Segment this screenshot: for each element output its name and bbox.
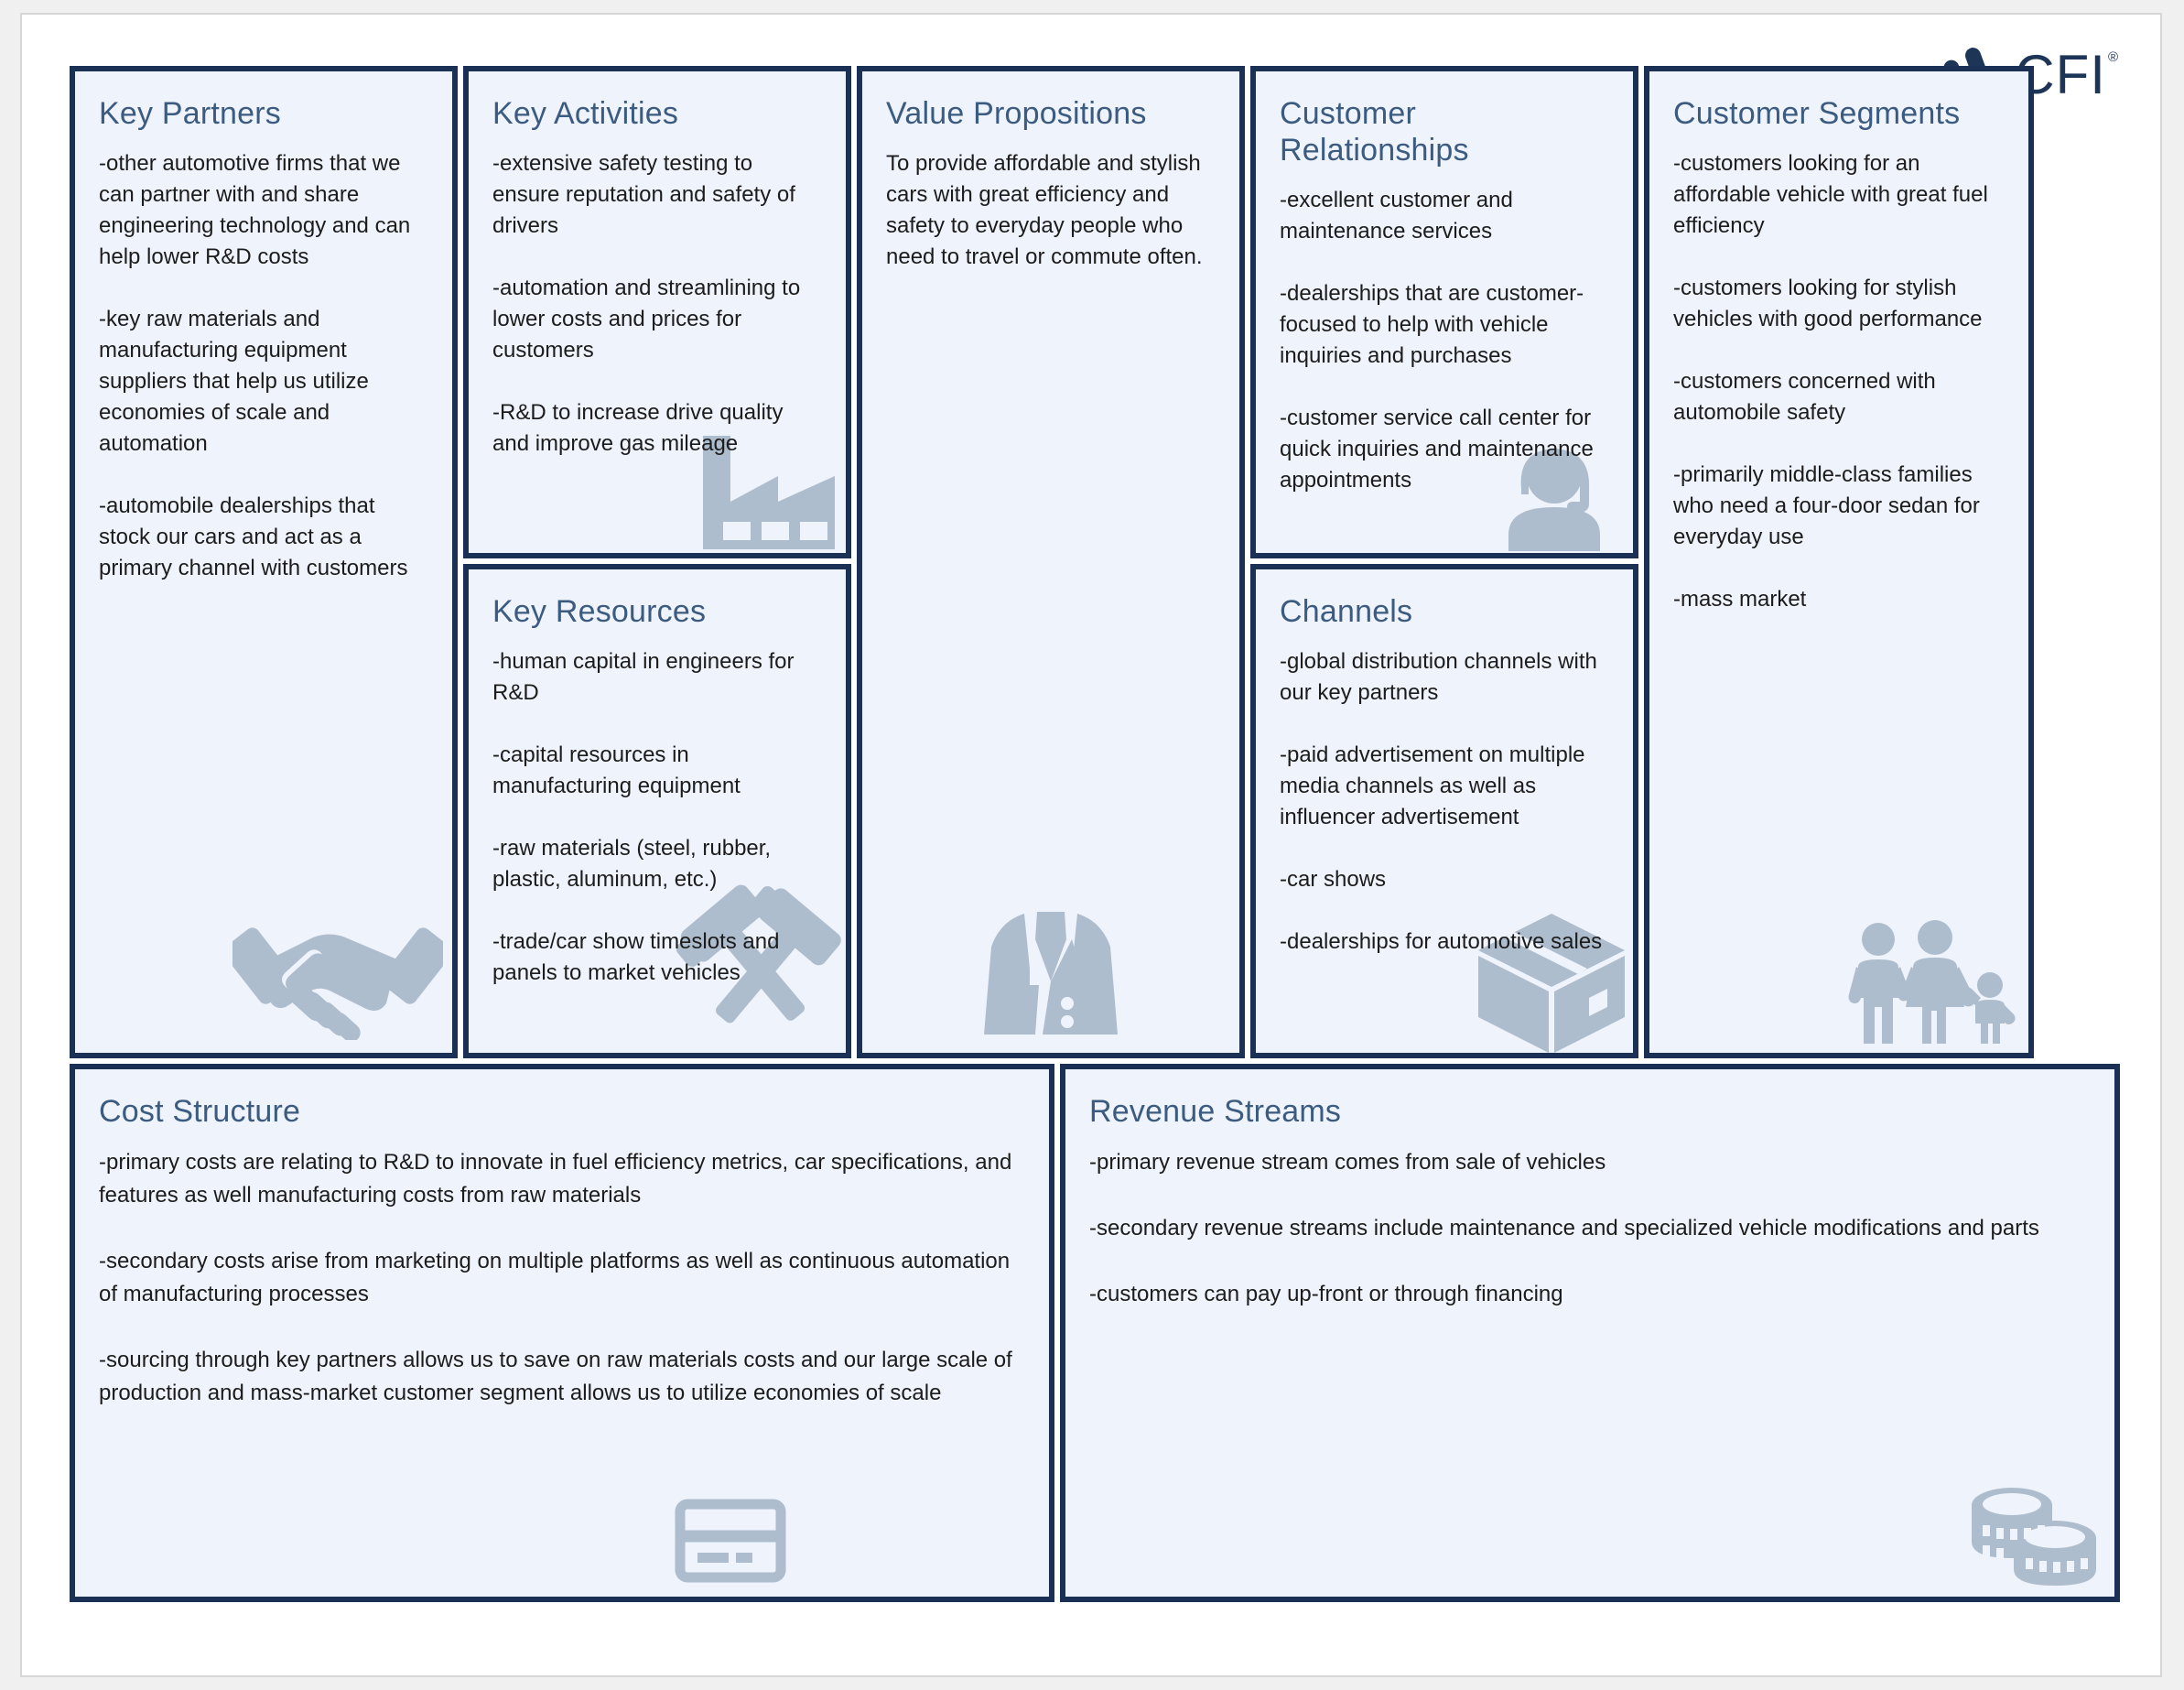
bullet-item: -primarily middle-class families who nee… <box>1673 462 1980 549</box>
bullet-item: -automobile dealerships that stock our c… <box>99 493 408 580</box>
bullet-item: -customers looking for an affordable veh… <box>1673 151 1988 238</box>
bullet-item: -dealerships for automotive sales <box>1280 929 1603 954</box>
bullet-item: -mass market <box>1673 587 1807 612</box>
bullet-item: -automation and streamlining to lower co… <box>492 276 801 363</box>
block-content-cost-structure: -primary costs are relating to R&D to in… <box>99 1146 1025 1410</box>
bullet-item: -primary revenue stream comes from sale … <box>1089 1150 1606 1175</box>
bullet-item: -capital resources in manufacturing equi… <box>492 742 741 798</box>
bullet-item: -customers concerned with automobile saf… <box>1673 369 1936 425</box>
block-title-value-propositions: Value Propositions <box>886 96 1147 131</box>
block-content-revenue-streams: -primary revenue stream comes from sale … <box>1089 1146 2091 1311</box>
registered-trademark-symbol: ® <box>2107 49 2118 65</box>
canvas-column-key-partners: Key Partners -other automotive firms tha… <box>70 66 458 1058</box>
block-content-value-propositions: To provide affordable and stylish cars w… <box>886 148 1216 273</box>
block-content-key-partners: -other automotive firms that we can part… <box>99 148 428 584</box>
canvas-block-cost-structure[interactable]: Cost Structure -primary costs are relati… <box>70 1064 1054 1602</box>
bullet-item: -key raw materials and manufacturing equ… <box>99 307 369 456</box>
bullet-item: -trade/car show timeslots and panels to … <box>492 929 780 985</box>
bullet-item: -other automotive firms that we can part… <box>99 151 411 269</box>
canvas-block-value-propositions[interactable]: Value Propositions To provide affordable… <box>857 66 1245 1058</box>
bullet-item: -customers looking for stylish vehicles … <box>1673 276 1983 331</box>
canvas-column-customer-segments: Customer Segments -customers looking for… <box>1644 66 2034 1058</box>
bullet-item: -human capital in engineers for R&D <box>492 649 795 705</box>
block-title-customer-relationships: Customer Relationships <box>1280 96 1469 168</box>
block-content-key-activities: -extensive safety testing to ensure repu… <box>492 148 822 460</box>
block-content-customer-relationships: -excellent customer and maintenance serv… <box>1280 185 1609 496</box>
canvas-block-revenue-streams[interactable]: Revenue Streams -primary revenue stream … <box>1060 1064 2120 1602</box>
credit-card-icon <box>674 1498 787 1584</box>
bullet-item: -secondary costs arise from marketing on… <box>99 1249 1011 1306</box>
canvas-column-key-activities-resources: Key Activities -extensive safety testing… <box>463 66 851 1058</box>
bullet-item: -extensive safety testing to ensure repu… <box>492 151 795 238</box>
bullet-item: -sourcing through key partners allows us… <box>99 1348 1012 1405</box>
canvas-block-channels[interactable]: Channels -global distribution channels w… <box>1250 564 1638 1058</box>
bullet-item: -dealerships that are customer-focused t… <box>1280 281 1584 368</box>
block-content-channels: -global distribution channels with our k… <box>1280 646 1609 958</box>
handshake-icon <box>232 903 443 1040</box>
bullet-item: -global distribution channels with our k… <box>1280 649 1597 705</box>
bullet-item: -primary costs are relating to R&D to in… <box>99 1150 1012 1208</box>
suit-jacket-icon <box>982 897 1119 1044</box>
bullet-item: -R&D to increase drive quality and impro… <box>492 400 784 456</box>
block-content-key-resources: -human capital in engineers for R&D -cap… <box>492 646 822 989</box>
bullet-item: -customers can pay up-front or through f… <box>1089 1282 1563 1306</box>
block-title-key-resources: Key Resources <box>492 594 707 629</box>
bullet-item: -raw materials (steel, rubber, plastic, … <box>492 836 772 892</box>
canvas-block-key-resources[interactable]: Key Resources -human capital in engineer… <box>463 564 851 1058</box>
canvas-column-value-propositions: Value Propositions To provide affordable… <box>857 66 1245 1058</box>
block-title-cost-structure: Cost Structure <box>99 1094 301 1129</box>
document-page: CFI ® Key Partners -other automotive fir… <box>20 13 2162 1677</box>
canvas-block-customer-relationships[interactable]: Customer Relationships -excellent custom… <box>1250 66 1638 558</box>
canvas-block-key-activities[interactable]: Key Activities -extensive safety testing… <box>463 66 851 558</box>
coins-icon <box>1968 1485 2102 1587</box>
block-title-customer-segments: Customer Segments <box>1673 96 1961 131</box>
family-icon <box>1845 919 2019 1047</box>
bullet-item: -paid advertisement on multiple media ch… <box>1280 742 1585 829</box>
bullet-item: To provide affordable and stylish cars w… <box>886 151 1203 269</box>
business-model-canvas-bottom: Cost Structure -primary costs are relati… <box>70 1064 2120 1602</box>
business-model-canvas-top: Key Partners -other automotive firms tha… <box>70 66 2120 1058</box>
block-title-revenue-streams: Revenue Streams <box>1089 1094 1342 1129</box>
canvas-column-relationships-channels: Customer Relationships -excellent custom… <box>1250 66 1638 1058</box>
block-title-key-partners: Key Partners <box>99 96 281 131</box>
bullet-item: -customer service call center for quick … <box>1280 406 1594 493</box>
bullet-item: -car shows <box>1280 867 1387 892</box>
canvas-block-customer-segments[interactable]: Customer Segments -customers looking for… <box>1644 66 2034 1058</box>
bullet-item: -secondary revenue streams include maint… <box>1089 1216 2039 1240</box>
block-title-key-activities: Key Activities <box>492 96 679 131</box>
canvas-block-key-partners[interactable]: Key Partners -other automotive firms tha… <box>70 66 458 1058</box>
bullet-item: -excellent customer and maintenance serv… <box>1280 188 1513 244</box>
block-content-customer-segments: -customers looking for an affordable veh… <box>1673 148 2005 615</box>
block-title-channels: Channels <box>1280 594 1413 629</box>
